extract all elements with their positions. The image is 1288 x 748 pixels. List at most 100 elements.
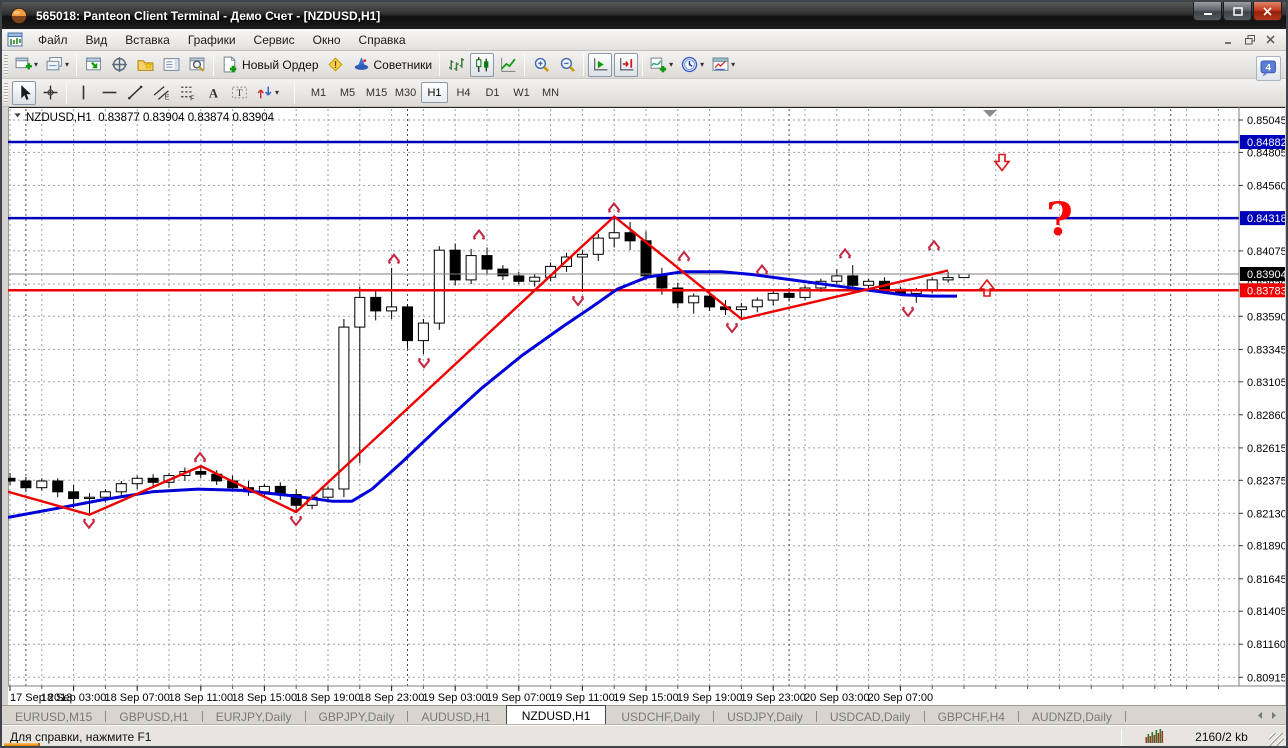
menu-item-view[interactable]: Вид — [77, 30, 117, 50]
chart-line-button[interactable] — [496, 53, 520, 77]
tab-gbpchf[interactable]: GBPCHF,H4 — [925, 708, 1018, 725]
svg-text:E: E — [164, 94, 169, 101]
tabs-scroll-right-icon[interactable] — [1270, 711, 1278, 720]
timeframe-d1-button[interactable]: D1 — [479, 82, 506, 103]
auto-scroll-button[interactable] — [588, 52, 613, 77]
indicators-button[interactable]: ▾ — [647, 53, 676, 77]
chart-close-button[interactable] — [1261, 31, 1280, 48]
timeframe-h1-button[interactable]: H1 — [421, 82, 449, 103]
terminal-icon — [163, 56, 180, 73]
chart-minimize-button[interactable] — [1219, 31, 1238, 48]
horizontal-line-icon — [101, 84, 118, 101]
tab-gbpjpy[interactable]: GBPJPY,Daily — [306, 708, 408, 725]
window-minimize-button[interactable] — [1193, 2, 1222, 21]
resize-grip[interactable] — [1269, 732, 1284, 746]
navigator-button[interactable] — [133, 53, 157, 77]
timeframe-m15-button[interactable]: M15 — [363, 82, 390, 103]
question-annotation[interactable]: ? — [1046, 192, 1073, 246]
navigator-icon — [137, 56, 154, 73]
price-tick-label: 0.82615 — [1247, 443, 1285, 455]
tab-audusd[interactable]: AUDUSD,H1 — [408, 708, 503, 725]
community-button[interactable]: 4 — [1256, 56, 1281, 81]
trendline-button[interactable] — [123, 81, 147, 105]
candle — [767, 292, 779, 301]
candle — [481, 255, 493, 270]
equidistant-channel-button[interactable]: E — [149, 81, 173, 105]
terminal-button[interactable] — [159, 53, 183, 77]
menu-item-help[interactable]: Справка — [350, 30, 415, 50]
price-tick-label: 0.81160 — [1247, 639, 1285, 651]
time-label: 19 Sep 11:00 — [550, 692, 615, 704]
chart-shift-button[interactable] — [614, 52, 639, 77]
timeframe-h4-button[interactable]: H4 — [450, 82, 477, 103]
toolbar-grip[interactable] — [4, 54, 8, 75]
new-chart-button[interactable]: ▾ — [12, 53, 41, 77]
dropdown-arrow-icon: ▾ — [700, 60, 705, 69]
text-button[interactable]: A — [201, 81, 225, 105]
templates-button[interactable]: ▾ — [709, 53, 738, 77]
periods-button[interactable]: ▾ — [678, 53, 707, 77]
tab-usdcad[interactable]: USDCAD,Daily — [817, 708, 924, 725]
tab-usdchf[interactable]: USDCHF,Daily — [608, 708, 713, 725]
candle — [402, 306, 413, 342]
candle — [449, 249, 461, 281]
crosshair-button[interactable] — [38, 81, 62, 105]
text-label-button[interactable]: T — [227, 81, 251, 105]
arrows-button[interactable]: ▾ — [253, 81, 282, 105]
menu-item-service[interactable]: Сервис — [245, 30, 304, 50]
expert-advisors-button[interactable]: Советники — [350, 53, 436, 77]
zoom-out-button[interactable] — [555, 53, 579, 77]
market-watch-icon — [85, 56, 102, 73]
candle — [656, 275, 668, 289]
zoom-in-button[interactable] — [529, 53, 553, 77]
menu-item-insert[interactable]: Вставка — [116, 30, 179, 50]
window-close-button[interactable] — [1253, 2, 1282, 21]
time-label: 20 Sep 07:00 — [868, 692, 933, 704]
price-tick-label: 0.84560 — [1247, 180, 1285, 192]
timeframe-m30-button[interactable]: M30 — [392, 82, 419, 103]
new-order-button[interactable]: Новый Ордер — [218, 53, 321, 77]
tab-usdjpy[interactable]: USDJPY,Daily — [714, 708, 816, 725]
toolbar-separator — [66, 81, 67, 104]
tab-audnzd[interactable]: AUDNZD,Daily — [1019, 708, 1125, 725]
market-watch-button[interactable] — [81, 53, 105, 77]
fibonacci-button[interactable]: F — [175, 81, 199, 105]
strategy-tester-button[interactable] — [185, 53, 209, 77]
data-window-button[interactable] — [107, 53, 131, 77]
menu-bar: Файл Вид Вставка Графики Сервис Окно Справка — [2, 29, 1286, 51]
window-maximize-button[interactable] — [1223, 2, 1252, 21]
tab-eurusd[interactable]: EURUSD,M15 — [2, 708, 105, 725]
text-icon: A — [205, 84, 222, 101]
timeframe-m5-button[interactable]: M5 — [334, 82, 361, 103]
metaeditor-button[interactable]: ! — [324, 53, 348, 77]
vertical-line-button[interactable] — [71, 81, 95, 105]
text-label-icon: T — [231, 84, 248, 101]
toolbar-grip[interactable] — [4, 82, 8, 103]
tabs-scroll-left-icon[interactable] — [1256, 711, 1264, 720]
profiles-button[interactable]: ▾ — [43, 53, 72, 77]
timeframe-w1-button[interactable]: W1 — [508, 82, 535, 103]
horizontal-line-button[interactable] — [97, 81, 121, 105]
tab-gbpusd[interactable]: GBPUSD,H1 — [106, 708, 201, 725]
profiles-icon — [46, 56, 63, 73]
svg-text:F: F — [190, 95, 194, 101]
menu-item-charts[interactable]: Графики — [179, 30, 245, 50]
tab-nzdusd[interactable]: NZDUSD,H1 — [505, 705, 607, 725]
cursor-button[interactable] — [12, 80, 36, 105]
chart-restore-button[interactable] — [1240, 31, 1259, 48]
time-label: 18 Sep 07:00 — [104, 692, 169, 704]
chart-candles-button[interactable] — [470, 52, 495, 77]
candle — [592, 237, 604, 255]
menu-item-file[interactable]: Файл — [29, 30, 77, 50]
chart-bars-button[interactable] — [444, 53, 468, 77]
candle — [735, 306, 747, 311]
price-tick-label: 0.80915 — [1247, 672, 1285, 684]
candle — [84, 496, 95, 500]
dropdown-arrow-icon: ▾ — [65, 60, 70, 69]
menu-item-window[interactable]: Окно — [304, 30, 350, 50]
expert-advisors-icon — [353, 56, 370, 73]
timeframe-mn-button[interactable]: MN — [537, 82, 564, 103]
candle — [433, 249, 445, 324]
tab-eurjpy[interactable]: EURJPY,Daily — [203, 708, 305, 725]
timeframe-m1-button[interactable]: M1 — [305, 82, 332, 103]
